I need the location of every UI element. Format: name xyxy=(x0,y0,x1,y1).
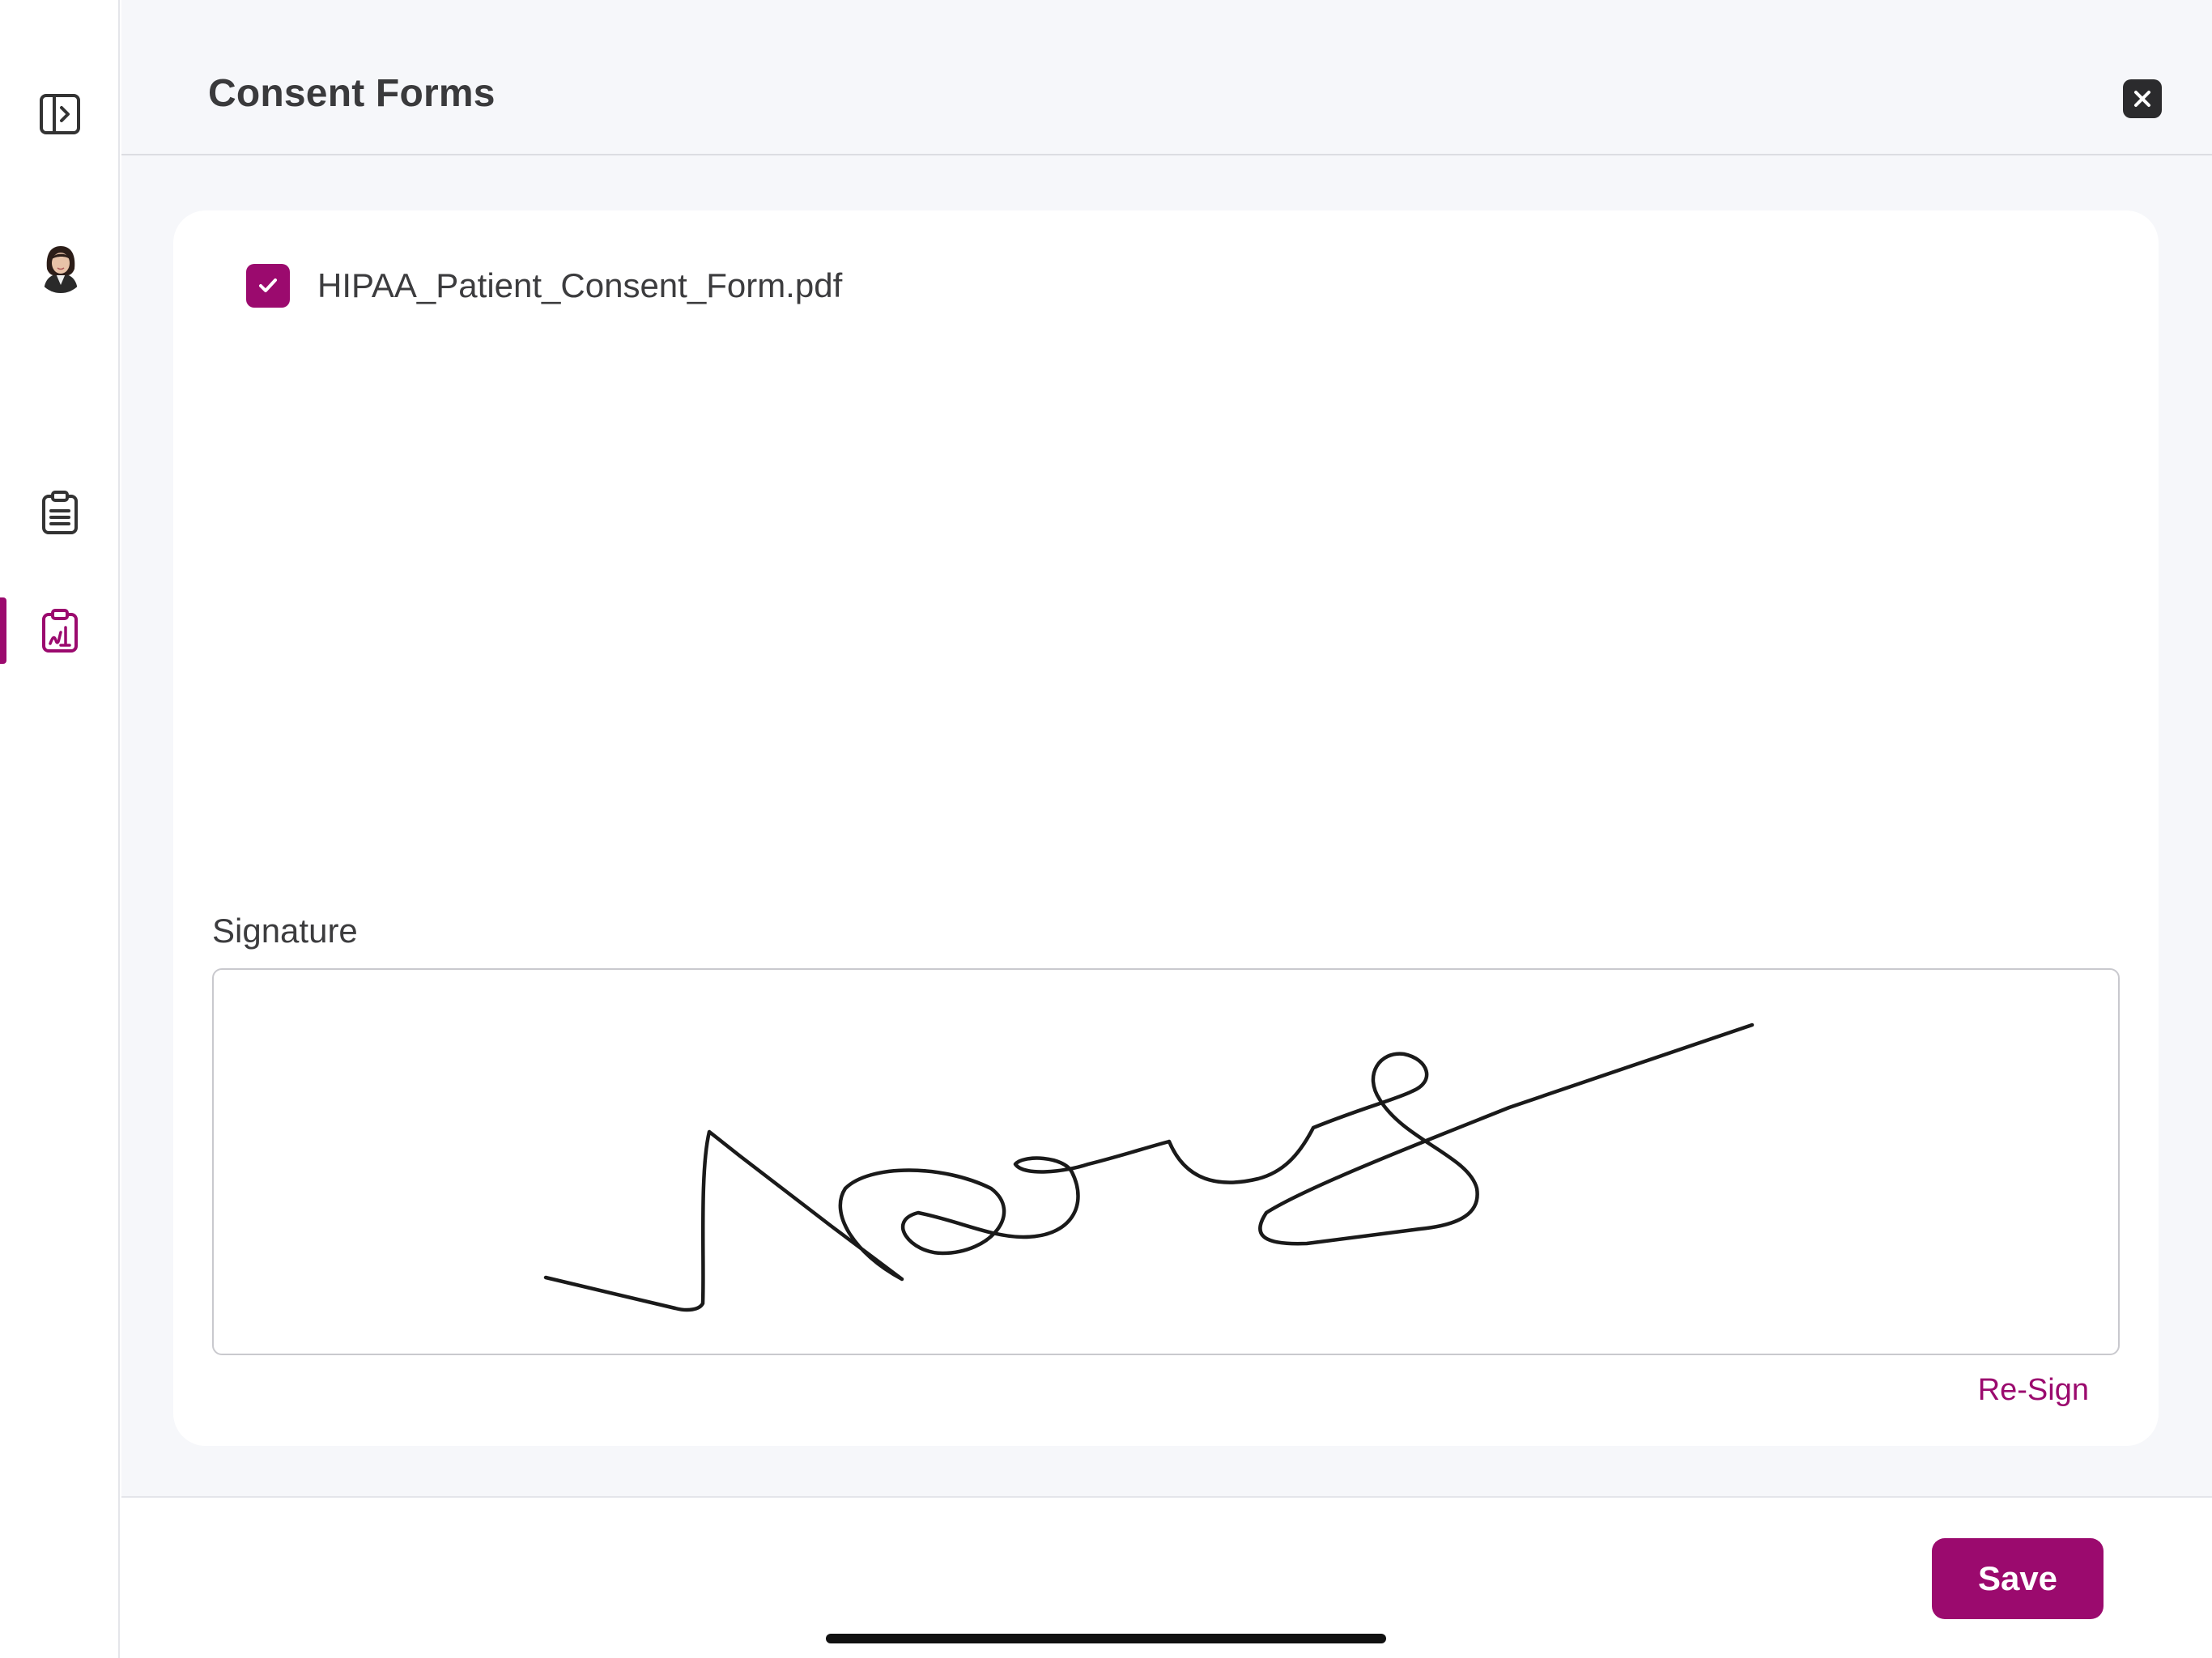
sidebar-toggle-icon xyxy=(40,94,80,134)
close-icon xyxy=(2134,91,2150,107)
document-file-name[interactable]: HIPAA_Patient_Consent_Form.pdf xyxy=(317,266,842,305)
close-button[interactable] xyxy=(2123,79,2162,118)
signature-label: Signature xyxy=(212,912,358,950)
checkmark-icon xyxy=(259,278,277,292)
document-row[interactable]: HIPAA_Patient_Consent_Form.pdf xyxy=(246,264,842,308)
sidebar-item-notes[interactable] xyxy=(0,476,120,549)
user-avatar-image xyxy=(36,241,86,293)
consent-card: HIPAA_Patient_Consent_Form.pdf Signature… xyxy=(173,210,2159,1446)
clipboard-list-icon xyxy=(42,491,78,534)
clipboard-signature-icon xyxy=(42,609,78,653)
avatar[interactable] xyxy=(36,241,86,293)
sidebar-toggle-button[interactable] xyxy=(0,78,120,151)
sidebar xyxy=(0,0,120,1658)
page-title: Consent Forms xyxy=(208,72,496,115)
sidebar-item-consent-forms[interactable] xyxy=(0,594,120,667)
header: Consent Forms xyxy=(121,0,2212,155)
document-checkbox[interactable] xyxy=(246,264,290,308)
signature-pad[interactable] xyxy=(212,968,2120,1355)
consent-forms-panel: Consent Forms HIPAA_Patient_Consent_Form… xyxy=(121,0,2212,1658)
home-indicator xyxy=(826,1634,1386,1643)
signature-drawing xyxy=(543,1022,1755,1312)
save-button[interactable]: Save xyxy=(1932,1538,2104,1619)
resign-link[interactable]: Re-Sign xyxy=(1978,1373,2089,1408)
